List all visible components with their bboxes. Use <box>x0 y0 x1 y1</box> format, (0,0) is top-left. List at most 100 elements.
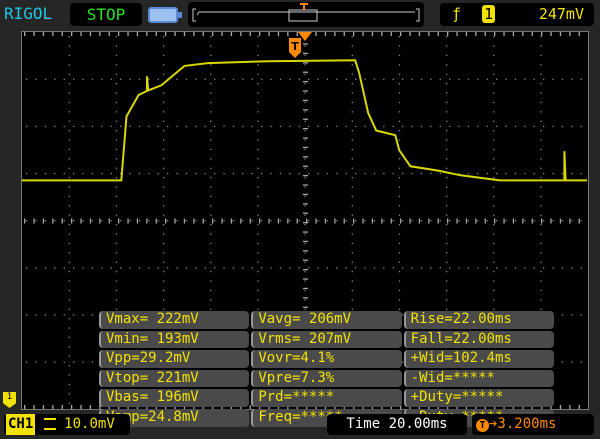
edge-tick <box>578 405 580 409</box>
grid-dot <box>543 78 545 80</box>
grid-dot <box>446 233 448 235</box>
grid-dot <box>68 64 70 66</box>
grid-dot <box>210 186 212 188</box>
grid-dot <box>210 233 212 235</box>
grid-dot <box>251 220 253 222</box>
center-tick <box>249 218 251 224</box>
grid-dot <box>373 267 376 269</box>
grid-dot <box>514 78 517 80</box>
grid-dot <box>210 167 212 169</box>
grid-dot <box>308 267 310 269</box>
grid-dot <box>44 125 47 128</box>
grid-dot <box>493 111 495 113</box>
grid-dot <box>257 101 259 104</box>
grid-dot <box>351 261 353 263</box>
grid-dot <box>214 267 216 269</box>
grid-dot <box>115 73 118 75</box>
grid-dot <box>163 280 165 282</box>
grid-dot <box>336 78 338 80</box>
grid-dot <box>82 361 84 363</box>
grid-dot <box>261 78 263 80</box>
rising-edge-icon: ƒ <box>452 5 462 23</box>
grid-dot <box>446 177 448 179</box>
grid-dot <box>317 172 319 175</box>
grid-dot <box>524 125 526 128</box>
grid-dot <box>210 280 212 282</box>
center-tick <box>89 218 92 224</box>
grid-dot <box>73 220 75 222</box>
grid-dot <box>68 54 70 57</box>
grid-dot <box>261 220 263 222</box>
grid-dot <box>115 120 118 122</box>
grid-dot <box>68 402 70 404</box>
grid-dot <box>505 267 507 269</box>
grid-dot <box>540 252 542 254</box>
grid-dot <box>298 125 300 128</box>
grid-dot <box>446 299 448 301</box>
edge-tick <box>569 32 571 36</box>
grid-dot <box>571 220 573 222</box>
grid-dot <box>257 130 259 132</box>
channel1-settings[interactable]: CH1 10.0mV <box>4 414 130 435</box>
center-tick <box>24 218 26 224</box>
grid-dot <box>210 205 212 207</box>
timebase[interactable]: Time 20.00ms <box>327 414 467 435</box>
center-tick <box>61 218 63 224</box>
edge-tick <box>80 32 82 36</box>
waveform-display[interactable]: T Vmax= 222mV Vavg= 206mV Rise=22.00ms Vmin… <box>21 31 589 427</box>
dc-coupling-icon <box>43 418 56 430</box>
edge-tick <box>33 405 35 409</box>
grid-dot <box>115 186 118 188</box>
grid-dot <box>446 64 448 66</box>
grid-dot <box>430 220 432 222</box>
grid-dot <box>493 54 495 57</box>
grid-dot <box>304 73 306 75</box>
grid-dot <box>351 139 353 141</box>
edge-tick <box>108 32 110 36</box>
grid-dot <box>289 220 291 222</box>
center-tick <box>303 278 308 280</box>
grid-dot <box>223 125 225 128</box>
grid-dot <box>185 267 188 269</box>
measurement-row: Vtop= 221mV Vpre=7.3% -Wid=***** <box>98 369 555 389</box>
grid-dot <box>120 125 122 128</box>
channel1-ground-marker[interactable]: 1 <box>3 392 16 408</box>
grid-dot <box>210 242 212 245</box>
edge-tick <box>155 32 157 36</box>
grid-dot <box>115 139 118 141</box>
grid-dot <box>257 224 259 226</box>
grid-dot <box>449 220 451 222</box>
grid-dot <box>68 101 70 104</box>
grid-dot <box>176 220 178 222</box>
trigger-offset[interactable]: T ➔3.200ms <box>472 414 594 435</box>
edge-tick <box>89 32 92 36</box>
grid-dot <box>120 267 122 269</box>
grid-dot <box>163 92 165 94</box>
grid-dot <box>68 92 70 94</box>
grid-dot <box>524 220 526 222</box>
grid-dot <box>261 267 263 269</box>
center-tick <box>80 218 82 224</box>
grid-dot <box>148 267 150 269</box>
grid-dot <box>411 220 413 222</box>
grid-dot <box>351 186 353 188</box>
edge-tick <box>353 32 355 36</box>
grid-dot <box>430 172 432 175</box>
center-tick <box>296 218 298 224</box>
volts-per-div: 10.0mV <box>64 416 115 432</box>
battery-icon <box>148 7 182 23</box>
grid-dot <box>298 78 300 80</box>
grid-dot <box>26 267 28 269</box>
grid-dot <box>383 220 385 222</box>
grid-dot <box>68 308 70 310</box>
grid-dot <box>351 271 353 273</box>
run-stop-status[interactable]: STOP <box>70 3 142 26</box>
grid-dot <box>304 205 306 207</box>
horizontal-position-bar[interactable] <box>188 2 424 27</box>
center-tick <box>303 71 308 73</box>
grid-dot <box>129 78 131 80</box>
grid-dot <box>35 78 37 80</box>
grid-dot <box>486 267 488 269</box>
trigger-info[interactable]: ƒ 1 247mV <box>440 3 594 26</box>
grid-dot <box>195 125 197 128</box>
